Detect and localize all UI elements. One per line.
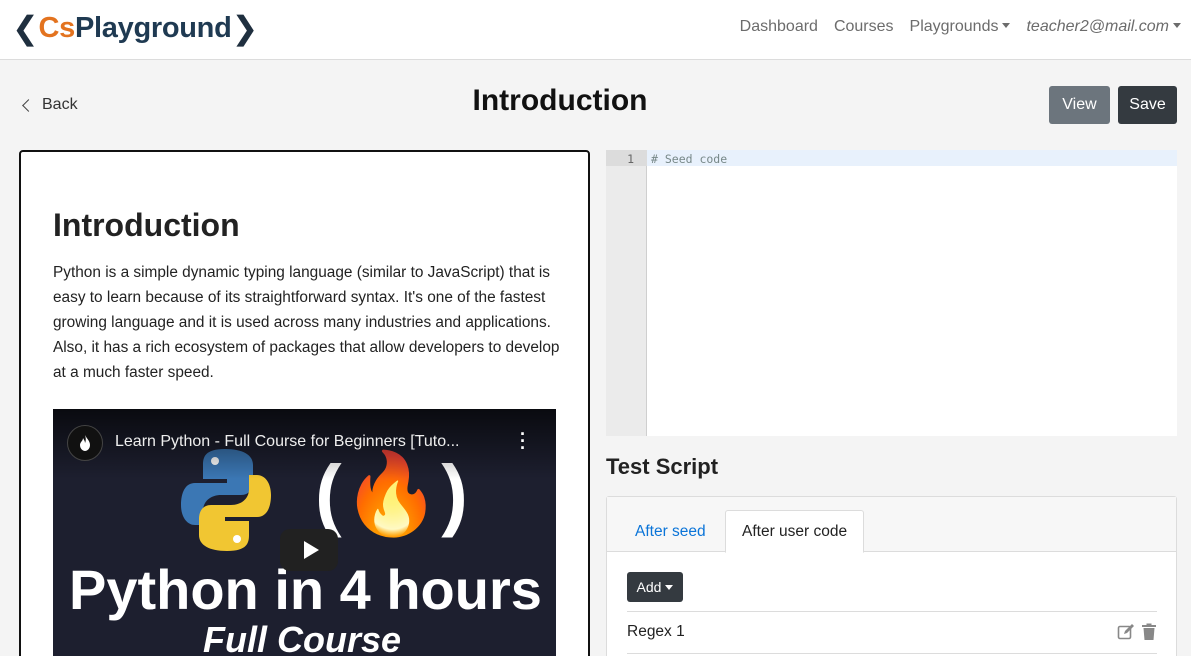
test-script-heading: Test Script <box>606 454 719 479</box>
row-divider <box>627 653 1157 654</box>
brand-logo[interactable]: ❮ Cs Playground ❯ <box>12 8 258 48</box>
flame-icon <box>80 435 90 451</box>
lesson-heading: Introduction <box>53 207 240 243</box>
view-button[interactable]: View <box>1049 86 1110 124</box>
nav-playgrounds-dropdown[interactable]: Playgrounds <box>910 18 1011 36</box>
lesson-content-card: Introduction Python is a simple dynamic … <box>19 150 590 656</box>
edit-icon[interactable] <box>1117 623 1135 646</box>
video-thumb-line2: Full Course <box>203 619 402 656</box>
caret-down-icon <box>1173 23 1181 28</box>
nav-playgrounds-label: Playgrounds <box>909 18 999 35</box>
editor-code-line[interactable]: # Seed code <box>651 152 727 166</box>
tab-after-seed[interactable]: After seed <box>619 510 722 553</box>
more-vert-icon[interactable]: · · · <box>520 425 526 457</box>
add-dropdown-button[interactable]: Add <box>627 572 683 602</box>
add-label: Add <box>636 579 662 595</box>
trash-icon[interactable] <box>1141 623 1157 646</box>
list-item: Regex 1 <box>627 611 1157 653</box>
row-actions <box>1111 623 1157 646</box>
regex-label: Regex 1 <box>627 623 685 640</box>
tab-after-user-code[interactable]: After user code <box>725 510 865 553</box>
editor-gutter: 1 <box>606 150 647 436</box>
nav-links: Dashboard Courses Playgrounds teacher2@m… <box>724 0 1181 54</box>
code-editor[interactable]: 1 # Seed code <box>606 150 1177 436</box>
lesson-paragraph: Python is a simple dynamic typing langua… <box>53 264 560 381</box>
user-menu-dropdown[interactable]: teacher2@mail.com <box>1026 18 1181 36</box>
brand-chevron-left-icon: ❮ <box>12 10 39 46</box>
save-button[interactable]: Save <box>1118 86 1177 124</box>
video-embed[interactable]: (🔥) Learn Python - Full Course for Begin… <box>53 409 556 656</box>
brand-chevron-right-icon: ❯ <box>231 10 259 46</box>
nav-courses[interactable]: Courses <box>834 18 894 36</box>
navbar: ❮ Cs Playground ❯ Dashboard Courses Play… <box>0 0 1191 60</box>
line-number: 1 <box>627 152 634 166</box>
test-script-tabs: After seed After user code <box>607 497 1176 553</box>
user-email: teacher2@mail.com <box>1026 18 1169 35</box>
brand-prefix: Cs <box>38 11 76 44</box>
nav-dashboard[interactable]: Dashboard <box>740 18 818 36</box>
video-title[interactable]: Learn Python - Full Course for Beginners… <box>115 433 459 451</box>
page-title: Introduction <box>472 84 648 117</box>
caret-down-icon <box>1002 23 1011 28</box>
brand-name: Playground <box>75 11 232 44</box>
play-button-icon[interactable] <box>280 529 338 571</box>
caret-down-icon <box>665 584 674 590</box>
channel-avatar-icon[interactable] <box>67 425 103 461</box>
test-script-panel: After seed After user code Add Regex 1 <box>606 496 1177 656</box>
